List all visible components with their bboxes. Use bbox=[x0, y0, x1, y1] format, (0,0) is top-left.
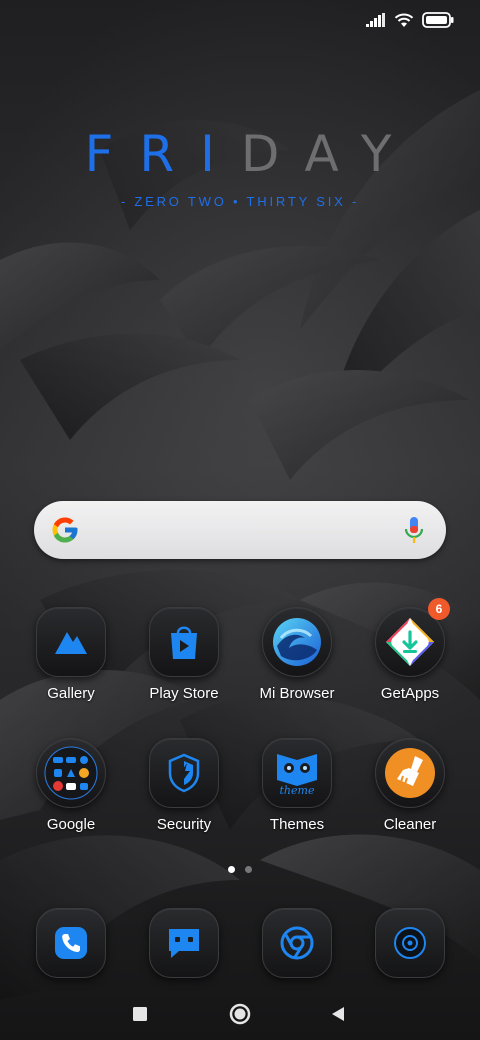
app-play-store[interactable]: Play Store bbox=[129, 607, 239, 702]
app-google-folder[interactable]: Google bbox=[16, 738, 126, 833]
day-of-week: FRIDAY bbox=[0, 126, 480, 182]
page-dot bbox=[245, 866, 252, 873]
signal-icon bbox=[366, 13, 385, 27]
page-dot-active bbox=[228, 866, 235, 873]
app-getapps[interactable]: 6 GetApps bbox=[355, 598, 465, 702]
wifi-icon bbox=[394, 13, 414, 27]
app-gallery[interactable]: Gallery bbox=[16, 607, 126, 702]
status-bar bbox=[0, 0, 480, 44]
app-label: Google bbox=[46, 816, 96, 833]
getapps-icon: 6 bbox=[375, 598, 450, 677]
play-store-icon bbox=[149, 607, 219, 677]
camera-icon bbox=[375, 908, 445, 978]
mi-browser-icon bbox=[262, 607, 332, 677]
time-in-words: - ZERO TWO • THIRTY SIX - bbox=[120, 194, 360, 209]
cleaner-brush-icon bbox=[375, 738, 445, 808]
app-label: Security bbox=[156, 816, 212, 833]
day-rest: DAY bbox=[240, 125, 418, 183]
app-label: Gallery bbox=[47, 685, 95, 702]
status-icons bbox=[366, 12, 454, 28]
dock-chrome[interactable] bbox=[242, 908, 352, 978]
clock-widget[interactable]: FRIDAY - ZERO TWO • THIRTY SIX - bbox=[0, 126, 480, 209]
security-shield-icon bbox=[149, 738, 219, 808]
notification-badge: 6 bbox=[428, 598, 450, 620]
app-label: Cleaner bbox=[383, 816, 437, 833]
day-highlight: FRI bbox=[84, 125, 241, 183]
app-cleaner[interactable]: Cleaner bbox=[355, 738, 465, 833]
dock-messages[interactable] bbox=[129, 908, 239, 978]
navigation-bar bbox=[0, 990, 480, 1040]
dock-phone[interactable] bbox=[16, 908, 126, 978]
google-folder-icon bbox=[36, 738, 106, 808]
battery-icon bbox=[422, 12, 454, 28]
back-triangle-icon[interactable] bbox=[326, 1002, 350, 1026]
messages-icon bbox=[149, 908, 219, 978]
home-circle-icon[interactable] bbox=[228, 1002, 252, 1026]
recents-square-icon[interactable] bbox=[128, 1002, 152, 1026]
app-label: Play Store bbox=[149, 685, 219, 702]
dock-camera[interactable] bbox=[355, 908, 465, 978]
google-search-bar[interactable] bbox=[34, 501, 446, 559]
page-indicator bbox=[0, 866, 480, 873]
app-label: GetApps bbox=[380, 685, 440, 702]
microphone-icon[interactable] bbox=[404, 516, 424, 546]
phone-icon bbox=[36, 908, 106, 978]
app-security[interactable]: Security bbox=[129, 738, 239, 833]
themes-icon: theme bbox=[262, 738, 332, 808]
themes-icon-text: theme bbox=[280, 784, 315, 796]
app-mi-browser[interactable]: Mi Browser bbox=[242, 607, 352, 702]
app-label: Themes bbox=[269, 816, 325, 833]
app-label: Mi Browser bbox=[259, 685, 335, 702]
google-logo-icon bbox=[52, 517, 78, 543]
gallery-icon bbox=[36, 607, 106, 677]
chrome-icon bbox=[262, 908, 332, 978]
app-themes[interactable]: theme Themes bbox=[242, 738, 352, 833]
